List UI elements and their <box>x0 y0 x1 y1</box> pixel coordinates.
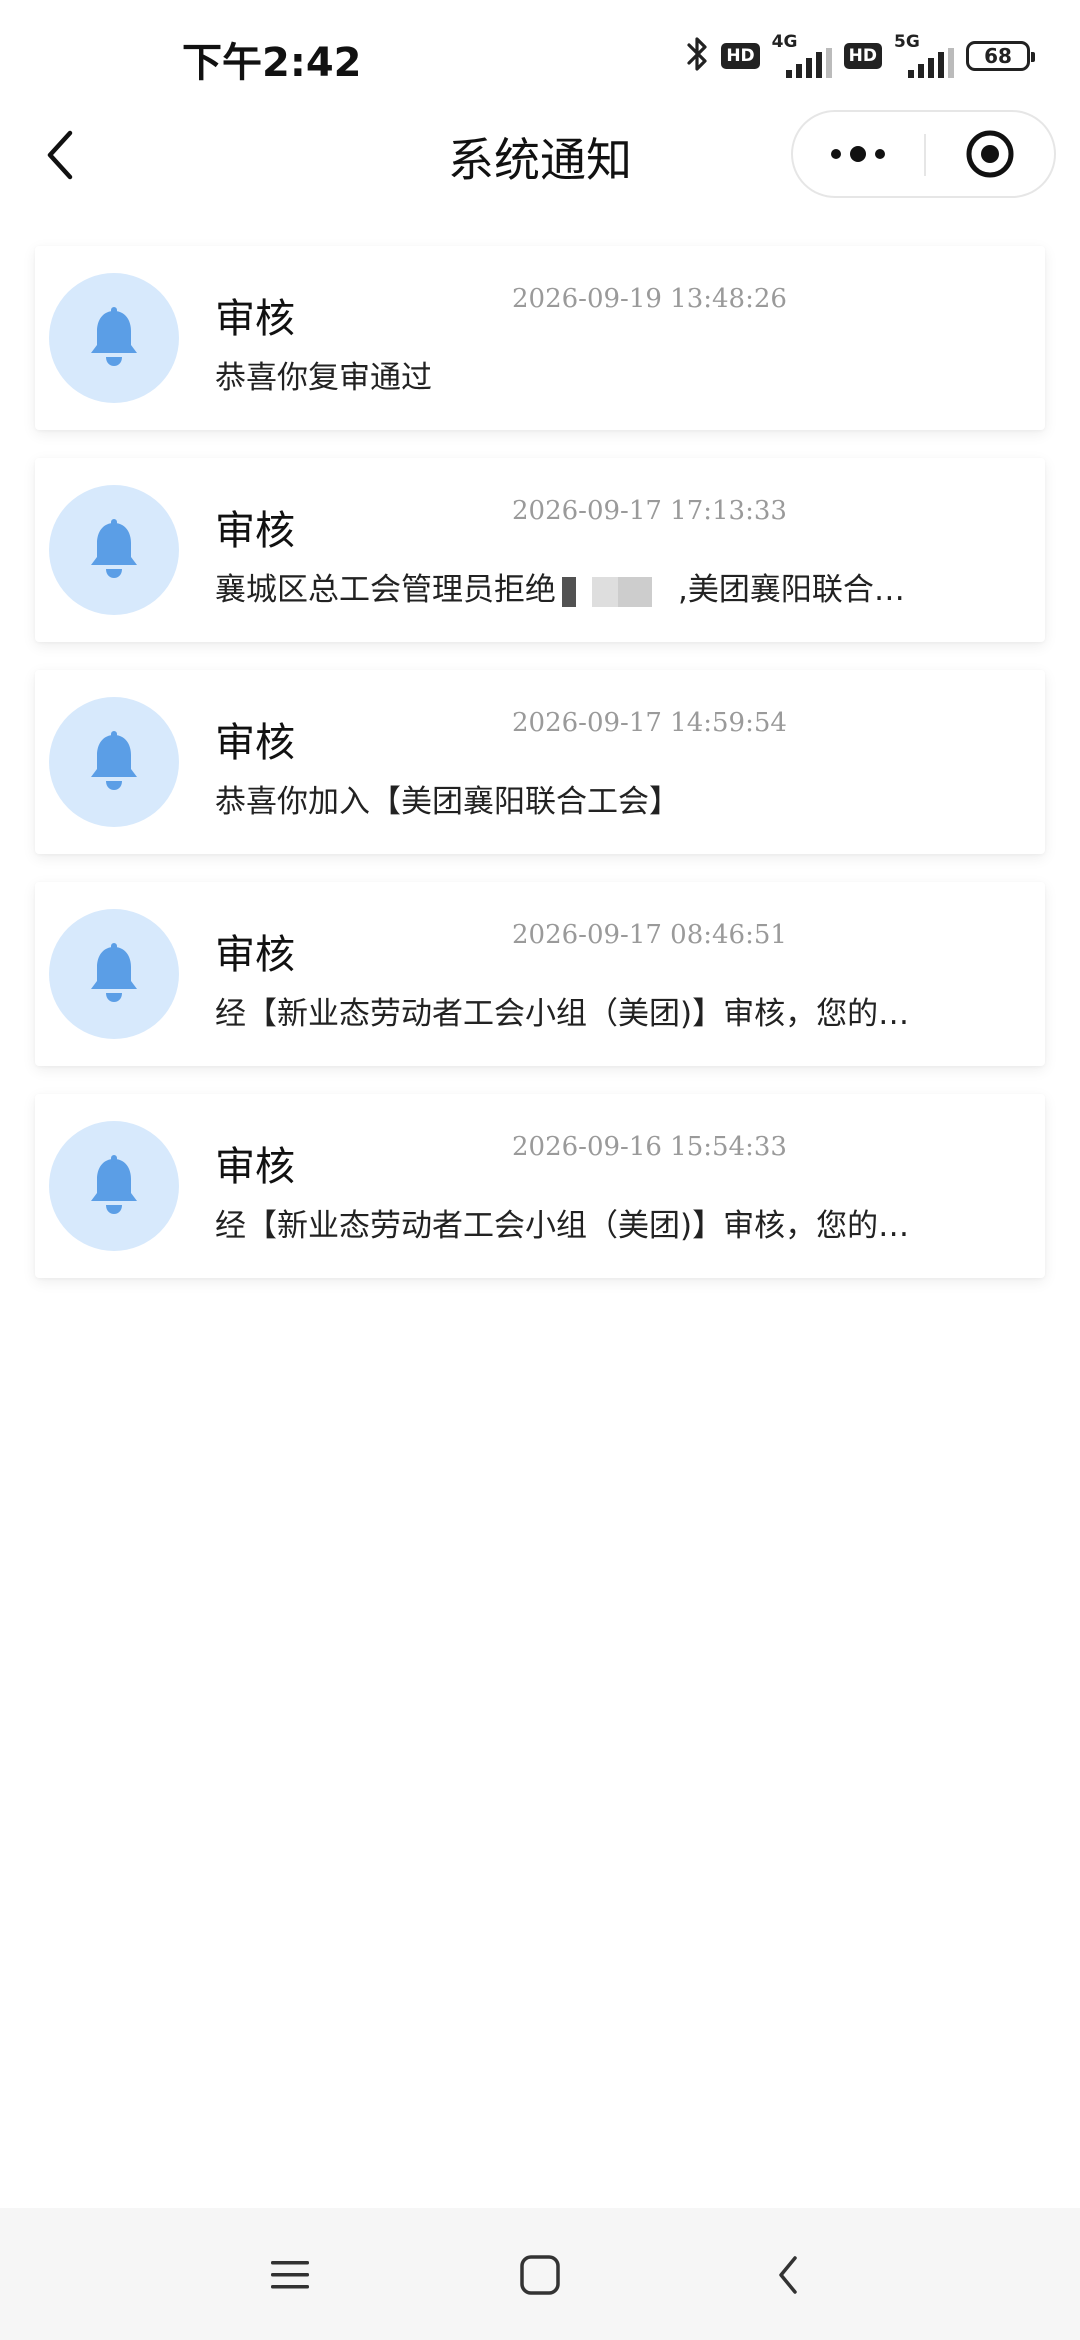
bell-avatar <box>49 485 179 615</box>
notification-list: 审核 2026-09-19 13:48:26 恭喜你复审通过 审核 2026-0… <box>35 246 1045 1306</box>
notification-time: 2026-09-16 15:54:33 <box>512 1132 787 1162</box>
status-time: 下午2:42 <box>182 40 362 86</box>
menu-button[interactable] <box>255 2240 325 2310</box>
bell-icon <box>91 1155 137 1214</box>
nav-bar: 系统通知 <box>0 110 1080 200</box>
notification-card[interactable]: 审核 2026-09-19 13:48:26 恭喜你复审通过 <box>35 246 1045 430</box>
notification-content: 经【新业态劳动者工会小组（美团)】审核，您的… <box>215 996 910 1032</box>
back-button[interactable] <box>30 125 90 185</box>
bell-icon <box>91 943 137 1002</box>
notification-card[interactable]: 审核 2026-09-17 14:59:54 恭喜你加入【美团襄阳联合工会】 <box>35 670 1045 854</box>
notification-card[interactable]: 审核 2026-09-17 08:46:51 经【新业态劳动者工会小组（美团)】… <box>35 882 1045 1066</box>
notification-title: 审核 <box>215 1144 295 1190</box>
target-close-icon <box>966 130 1014 178</box>
notification-time: 2026-09-19 13:48:26 <box>512 284 787 314</box>
status-bar: 下午2:42 HD 4G HD 5G 68 <box>0 0 1080 110</box>
notification-time: 2026-09-17 08:46:51 <box>512 920 787 950</box>
redacted-name <box>562 576 672 607</box>
notification-title: 审核 <box>215 508 295 554</box>
notification-title: 审核 <box>215 720 295 766</box>
hd-badge: HD <box>721 43 760 69</box>
notification-content: 恭喜你加入【美团襄阳联合工会】 <box>215 784 680 820</box>
battery-icon: 68 <box>966 41 1035 71</box>
home-square-icon <box>520 2255 560 2295</box>
back-icon <box>779 2256 797 2294</box>
content-suffix: ,美团襄阳联合… <box>678 572 905 608</box>
notification-title: 审核 <box>215 932 295 978</box>
system-nav-bar <box>0 2208 1080 2340</box>
bell-avatar <box>49 697 179 827</box>
more-dots-icon <box>831 146 885 162</box>
signal-icon <box>785 48 832 78</box>
signal-5g: 5G <box>892 32 956 78</box>
more-button[interactable] <box>793 112 923 196</box>
signal-4g: 4G <box>770 32 834 78</box>
notification-card[interactable]: 审核 2026-09-16 15:54:33 经【新业态劳动者工会小组（美团)】… <box>35 1094 1045 1278</box>
mini-program-capsule <box>791 110 1056 198</box>
hd-badge: HD <box>843 43 882 69</box>
screen: 下午2:42 HD 4G HD 5G 68 系统通知 审核 2026-09-19… <box>0 0 1080 2340</box>
notification-card[interactable]: 审核 2026-09-17 17:13:33 襄城区总工会管理员拒绝 ,美团襄阳联… <box>35 458 1045 642</box>
menu-icon <box>271 2261 309 2289</box>
status-icons: HD 4G HD 5G 68 <box>685 32 1035 78</box>
notification-content: 恭喜你复审通过 <box>215 360 432 396</box>
notification-time: 2026-09-17 14:59:54 <box>512 708 787 738</box>
bell-icon <box>91 731 137 790</box>
notification-content: 襄城区总工会管理员拒绝 ,美团襄阳联合… <box>215 564 995 609</box>
home-button[interactable] <box>505 2240 575 2310</box>
bell-avatar <box>49 1121 179 1251</box>
bluetooth-icon <box>685 34 711 78</box>
bell-icon <box>91 307 137 366</box>
content-prefix: 襄城区总工会管理员拒绝 <box>215 572 556 608</box>
notification-time: 2026-09-17 17:13:33 <box>512 496 787 526</box>
notification-title: 审核 <box>215 296 295 342</box>
bell-avatar <box>49 273 179 403</box>
chevron-left-icon <box>47 130 73 180</box>
battery-level: 68 <box>984 44 1012 68</box>
notification-content: 经【新业态劳动者工会小组（美团)】审核，您的… <box>215 1208 910 1244</box>
close-button[interactable] <box>926 112 1054 196</box>
bell-icon <box>91 519 137 578</box>
system-back-button[interactable] <box>753 2240 823 2310</box>
bell-avatar <box>49 909 179 1039</box>
signal-icon <box>908 48 954 78</box>
